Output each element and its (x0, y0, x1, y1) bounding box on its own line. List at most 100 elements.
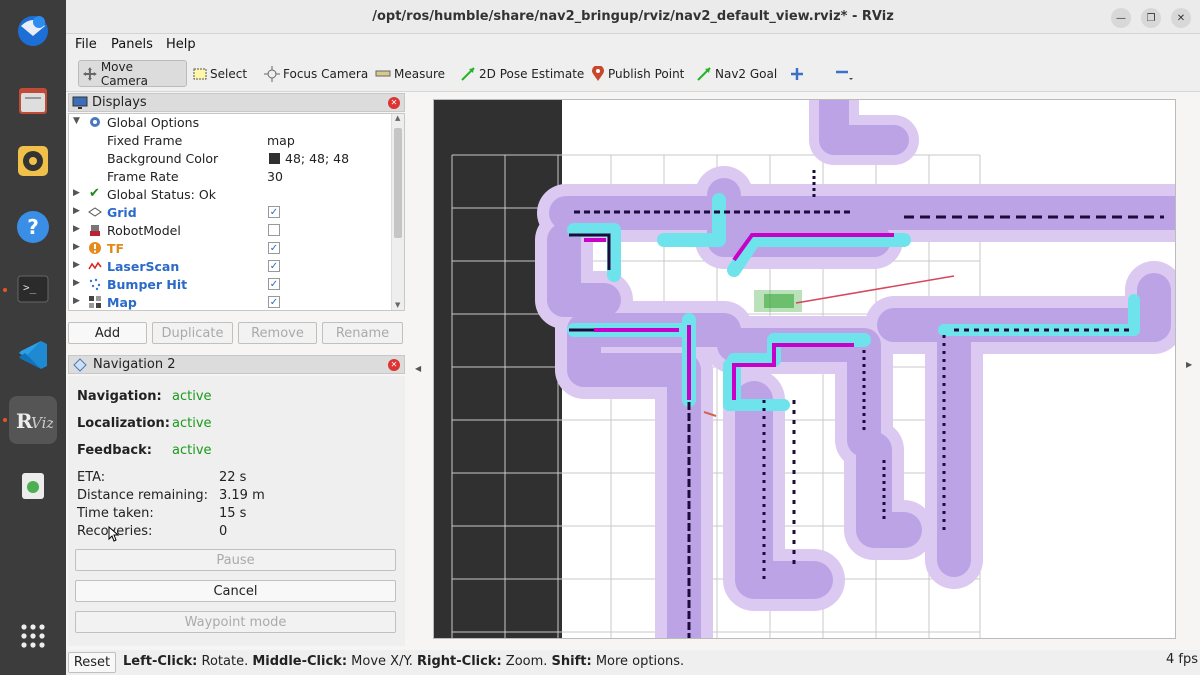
grid-icon (88, 207, 102, 217)
map-pin-icon (592, 65, 604, 81)
trash-icon[interactable] (9, 461, 57, 509)
measure-tool[interactable]: Measure (372, 60, 448, 87)
scroll-down-icon[interactable]: ▼ (395, 301, 400, 309)
middle-click-label: Middle-Click: (252, 654, 348, 669)
add-tool-button[interactable] (787, 60, 810, 87)
collapsed-arrow-icon[interactable]: ▶ (73, 206, 80, 216)
tree-row-global-options[interactable]: ▼ Global Options (69, 114, 391, 132)
grid-checkbox[interactable]: ✓ (268, 206, 280, 218)
scroll-up-icon[interactable]: ▲ (395, 114, 400, 122)
collapse-left-icon[interactable]: ◀ (415, 364, 421, 373)
collapsed-arrow-icon[interactable]: ▶ (73, 296, 80, 306)
2d-pose-estimate-tool[interactable]: 2D Pose Estimate (457, 60, 587, 87)
fixed-frame-value[interactable]: map (267, 133, 295, 148)
left-click-label: Left-Click: (123, 654, 198, 669)
cancel-button[interactable]: Cancel (75, 580, 396, 602)
close-button[interactable]: ✕ (1171, 8, 1191, 28)
tree-scrollbar[interactable]: ▲ ▼ (391, 114, 404, 310)
pause-button[interactable]: Pause (75, 549, 396, 571)
tree-row-tf[interactable]: ▶ TF ✓ (69, 240, 391, 258)
frame-rate-value[interactable]: 30 (267, 169, 283, 184)
tree-row-laserscan[interactable]: ▶ LaserScan ✓ (69, 258, 391, 276)
close-displays-icon[interactable]: ✕ (388, 97, 400, 109)
render-view[interactable] (433, 99, 1176, 639)
scrollbar-thumb[interactable] (394, 128, 402, 238)
files-icon[interactable] (9, 76, 57, 124)
tree-row-frame-rate[interactable]: Frame Rate 30 (69, 168, 391, 186)
left-click-desc: Rotate. (197, 654, 253, 669)
duplicate-button[interactable]: Duplicate (152, 322, 233, 344)
add-button[interactable]: Add (68, 322, 147, 344)
expanded-arrow-icon[interactable]: ▼ (73, 116, 80, 126)
help-icon[interactable]: ? (9, 203, 57, 251)
displays-panel-header: Displays ✕ (68, 93, 405, 112)
window-title: /opt/ros/humble/share/nav2_bringup/rviz/… (372, 9, 894, 24)
collapsed-arrow-icon[interactable]: ▶ (73, 188, 80, 198)
tree-row-fixed-frame[interactable]: Fixed Frame map (69, 132, 391, 150)
tree-row-grid[interactable]: ▶ Grid ✓ (69, 204, 391, 222)
bumper-hit-checkbox[interactable]: ✓ (268, 278, 280, 290)
close-navigation-icon[interactable]: ✕ (388, 359, 400, 371)
select-icon (193, 68, 207, 79)
vscode-icon[interactable] (9, 331, 57, 379)
focus-camera-tool[interactable]: Focus Camera (261, 60, 371, 87)
terminal-icon[interactable]: >_ (9, 265, 57, 313)
select-tool[interactable]: Select (190, 60, 250, 87)
app-grid-icon[interactable] (9, 612, 57, 660)
grid-label: Grid (107, 205, 137, 220)
minimize-icon: — (1116, 12, 1126, 24)
laserscan-checkbox[interactable]: ✓ (268, 260, 280, 272)
robotmodel-checkbox[interactable] (268, 224, 280, 236)
recoveries-value: 0 (219, 524, 228, 539)
menu-panels[interactable]: Panels (111, 37, 153, 52)
panel-splitter[interactable]: ◀ (410, 96, 428, 646)
status-hint: Left-Click: Rotate. Middle-Click: Move X… (123, 654, 684, 669)
color-swatch[interactable] (269, 153, 280, 164)
collapsed-arrow-icon[interactable]: ▶ (73, 242, 80, 252)
select-label: Select (210, 66, 248, 81)
navigation-status-label: Navigation: (77, 389, 162, 404)
move-camera-tool[interactable]: Move Camera (78, 59, 187, 88)
status-bar: Reset Left-Click: Rotate. Middle-Click: … (66, 650, 1200, 675)
waypoint-mode-button[interactable]: Waypoint mode (75, 611, 396, 633)
focus-camera-icon (264, 65, 280, 82)
tree-row-bumper-hit[interactable]: ▶ Bumper Hit ✓ (69, 276, 391, 294)
menu-help[interactable]: Help (166, 37, 196, 52)
navigation-status-value: active (172, 389, 212, 404)
right-click-desc: Zoom. (501, 654, 552, 669)
map-icon (89, 296, 101, 308)
collapse-right-icon[interactable]: ▶ (1186, 360, 1192, 369)
displays-tree: ▼ Global Options Fixed Frame map Backgro… (68, 113, 405, 311)
shift-label: Shift: (551, 654, 592, 669)
nav2-goal-icon (697, 66, 711, 81)
collapsed-arrow-icon[interactable]: ▶ (73, 278, 80, 288)
background-color-value[interactable]: 48; 48; 48 (285, 151, 349, 166)
maximize-button[interactable]: ❐ (1141, 8, 1161, 28)
rename-button[interactable]: Rename (322, 322, 403, 344)
publish-point-tool[interactable]: Publish Point (588, 60, 687, 87)
tree-row-global-status[interactable]: ▶ ✔ Global Status: Ok (69, 186, 391, 204)
tree-row-background-color[interactable]: Background Color 48; 48; 48 (69, 150, 391, 168)
tree-row-map[interactable]: ▶ Map ✓ (69, 294, 391, 310)
nav2-goal-tool[interactable]: Nav2 Goal (693, 60, 780, 87)
menu-file[interactable]: File (75, 37, 97, 52)
tf-checkbox[interactable]: ✓ (268, 242, 280, 254)
remove-button[interactable]: Remove (238, 322, 317, 344)
thunderbird-icon[interactable] (9, 6, 57, 54)
move-camera-label: Move Camera (100, 59, 148, 88)
map-checkbox[interactable]: ✓ (268, 296, 280, 308)
reset-button[interactable]: Reset (68, 652, 116, 673)
collapsed-arrow-icon[interactable]: ▶ (73, 224, 80, 234)
tree-row-robotmodel[interactable]: ▶ RobotModel (69, 222, 391, 240)
robotmodel-label: RobotModel (107, 223, 181, 238)
rviz-icon[interactable]: R Viz (9, 396, 57, 444)
remove-tool-button[interactable] (832, 60, 859, 87)
minimize-button[interactable]: — (1111, 8, 1131, 28)
rhythmbox-icon[interactable] (9, 137, 57, 185)
measure-icon (375, 70, 391, 76)
diamond-icon (73, 357, 87, 372)
checkmark-icon: ✔ (89, 186, 100, 201)
pointcloud-icon (89, 278, 101, 291)
measure-label: Measure (394, 66, 445, 81)
collapsed-arrow-icon[interactable]: ▶ (73, 260, 80, 270)
